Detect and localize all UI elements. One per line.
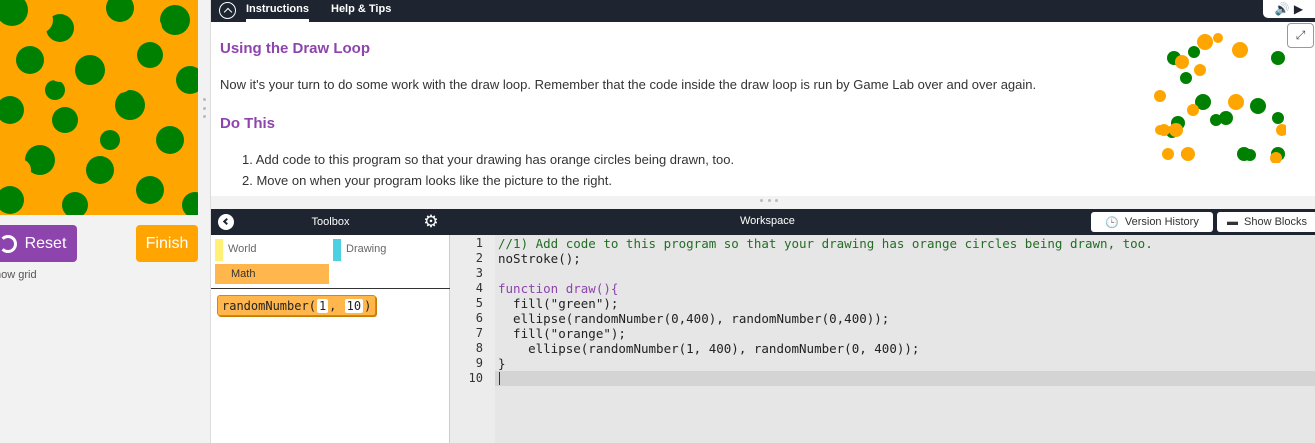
divider bbox=[211, 288, 450, 289]
category-world[interactable]: World bbox=[211, 239, 326, 261]
block-arg[interactable]: 1 bbox=[316, 298, 329, 313]
code-editor[interactable]: 1//1) Add code to this program so that y… bbox=[450, 235, 1315, 443]
block-arg[interactable]: 10 bbox=[344, 298, 364, 313]
reset-button[interactable]: Reset bbox=[0, 225, 77, 262]
vertical-splitter[interactable] bbox=[202, 98, 206, 118]
block-name: randomNumber bbox=[222, 298, 309, 313]
image-icon[interactable]: ⤢ bbox=[1287, 23, 1314, 48]
tab-help-tips[interactable]: Help & Tips bbox=[331, 0, 391, 22]
example-image[interactable] bbox=[1154, 30, 1288, 164]
finish-button[interactable]: Finish bbox=[136, 225, 198, 262]
category-math[interactable]: Math bbox=[215, 264, 329, 284]
text-cursor bbox=[499, 372, 500, 385]
instructions-panel: Using the Draw Loop Now it's your turn t… bbox=[211, 22, 1315, 196]
visualization-column: Reset Finish how grid bbox=[0, 0, 211, 443]
category-label: Drawing bbox=[346, 243, 387, 255]
game-canvas[interactable] bbox=[0, 0, 198, 215]
example-drawing bbox=[1154, 33, 1288, 164]
do-this-heading: Do This bbox=[220, 115, 275, 132]
random-number-block[interactable]: randomNumber(1, 10) bbox=[217, 295, 377, 316]
reset-icon bbox=[0, 234, 17, 253]
tab-instructions[interactable]: Instructions bbox=[246, 0, 309, 22]
version-history-label: Version History bbox=[1124, 216, 1199, 228]
audio-controls[interactable]: 🔊 ▶ bbox=[1263, 0, 1315, 18]
version-history-button[interactable]: 🕒 Version History bbox=[1091, 212, 1213, 232]
workspace-title: Workspace bbox=[740, 215, 795, 227]
toolbox-panel: World Drawing Math randomNumber(1, 10) bbox=[211, 235, 450, 443]
chevron-left-icon[interactable] bbox=[218, 214, 234, 230]
category-label: World bbox=[228, 243, 257, 255]
canvas-drawing bbox=[0, 0, 198, 215]
show-blocks-label: Show Blocks bbox=[1244, 216, 1307, 228]
instructions-text: Now it's your turn to do some work with … bbox=[220, 77, 1037, 92]
active-line-highlight bbox=[495, 371, 1315, 386]
chevron-up-icon[interactable] bbox=[219, 2, 236, 19]
steps-list: 1. Add code to this program so that your… bbox=[242, 149, 734, 191]
history-icon: 🕒 bbox=[1105, 216, 1119, 229]
play-icon[interactable]: ▶ bbox=[1294, 2, 1303, 16]
workspace-header: Workspace 🕒 Version History ▬ Show Block… bbox=[450, 209, 1315, 235]
instructions-title: Using the Draw Loop bbox=[220, 40, 370, 57]
gear-icon[interactable]: ⚙ bbox=[422, 213, 440, 231]
game-lab-ui: Reset Finish how grid Instructions Help … bbox=[0, 0, 1315, 443]
category-drawing[interactable]: Drawing bbox=[329, 239, 444, 261]
toolbox-header: Toolbox ⚙ bbox=[211, 209, 450, 235]
step-item: 1. Add code to this program so that your… bbox=[242, 152, 735, 167]
instructions-tab-bar: Instructions Help & Tips 🔊 ▶ bbox=[211, 0, 1315, 22]
show-grid-toggle[interactable]: how grid bbox=[0, 269, 37, 281]
audio-icon[interactable]: 🔊 bbox=[1275, 2, 1290, 16]
category-label: Math bbox=[231, 268, 256, 280]
horizontal-splitter[interactable] bbox=[760, 199, 778, 203]
step-item: 2. Move on when your program looks like … bbox=[242, 173, 612, 188]
toolbox-title: Toolbox bbox=[311, 216, 350, 228]
show-blocks-button[interactable]: ▬ Show Blocks bbox=[1217, 212, 1315, 232]
reset-label: Reset bbox=[24, 234, 67, 252]
blocks-icon: ▬ bbox=[1227, 216, 1238, 228]
